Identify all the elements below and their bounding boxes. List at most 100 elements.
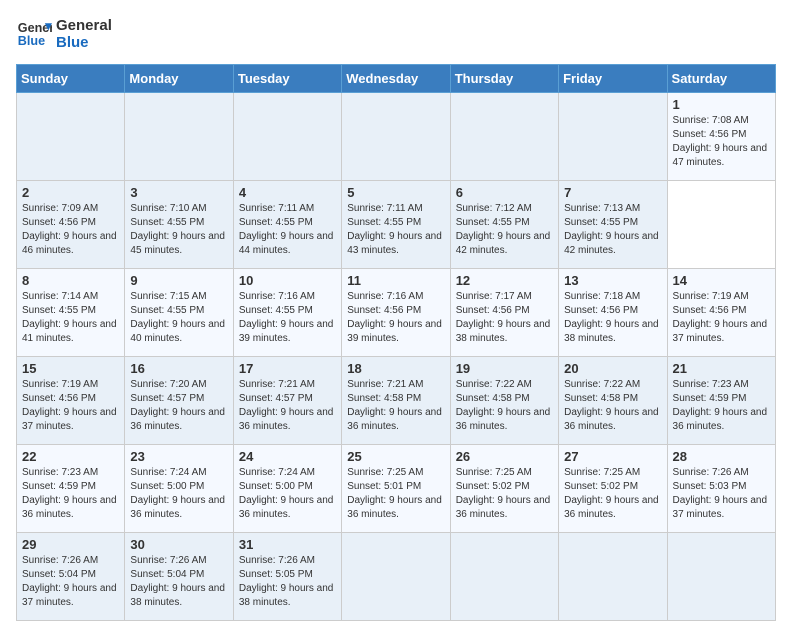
sunrise: Sunrise: 7:26 AM	[673, 466, 770, 480]
sunrise: Sunrise: 7:22 AM	[564, 378, 661, 392]
day-number: 1	[673, 97, 770, 112]
sunrise: Sunrise: 7:21 AM	[347, 378, 444, 392]
day-number: 24	[239, 449, 336, 464]
sunset: Sunset: 4:55 PM	[130, 216, 227, 230]
sunrise: Sunrise: 7:11 AM	[347, 202, 444, 216]
day-number: 20	[564, 361, 661, 376]
sunrise: Sunrise: 7:12 AM	[456, 202, 553, 216]
day-info: Sunrise: 7:17 AM Sunset: 4:56 PM Dayligh…	[456, 290, 553, 346]
daylight: Daylight: 9 hours and 43 minutes.	[347, 230, 444, 258]
day-number: 3	[130, 185, 227, 200]
day-number: 27	[564, 449, 661, 464]
calendar-day-cell	[342, 93, 450, 181]
calendar-day-cell: 27 Sunrise: 7:25 AM Sunset: 5:02 PM Dayl…	[559, 445, 667, 533]
weekday-header: Tuesday	[233, 65, 341, 93]
daylight: Daylight: 9 hours and 42 minutes.	[564, 230, 661, 258]
weekday-header: Sunday	[17, 65, 125, 93]
sunset: Sunset: 4:59 PM	[673, 392, 770, 406]
logo-text-line2: Blue	[56, 34, 112, 51]
sunrise: Sunrise: 7:24 AM	[130, 466, 227, 480]
sunset: Sunset: 4:58 PM	[456, 392, 553, 406]
calendar-day-cell: 22 Sunrise: 7:23 AM Sunset: 4:59 PM Dayl…	[17, 445, 125, 533]
daylight: Daylight: 9 hours and 37 minutes.	[673, 318, 770, 346]
day-info: Sunrise: 7:23 AM Sunset: 4:59 PM Dayligh…	[22, 466, 119, 522]
sunset: Sunset: 4:59 PM	[22, 480, 119, 494]
day-info: Sunrise: 7:20 AM Sunset: 4:57 PM Dayligh…	[130, 378, 227, 434]
calendar-week-row: 29 Sunrise: 7:26 AM Sunset: 5:04 PM Dayl…	[17, 533, 776, 621]
day-info: Sunrise: 7:10 AM Sunset: 4:55 PM Dayligh…	[130, 202, 227, 258]
day-number: 26	[456, 449, 553, 464]
calendar-day-cell: 17 Sunrise: 7:21 AM Sunset: 4:57 PM Dayl…	[233, 357, 341, 445]
sunset: Sunset: 5:02 PM	[456, 480, 553, 494]
sunset: Sunset: 5:01 PM	[347, 480, 444, 494]
day-number: 13	[564, 273, 661, 288]
calendar-day-cell: 20 Sunrise: 7:22 AM Sunset: 4:58 PM Dayl…	[559, 357, 667, 445]
daylight: Daylight: 9 hours and 36 minutes.	[564, 494, 661, 522]
daylight: Daylight: 9 hours and 36 minutes.	[347, 494, 444, 522]
sunrise: Sunrise: 7:19 AM	[673, 290, 770, 304]
sunset: Sunset: 4:56 PM	[673, 128, 770, 142]
calendar-day-cell: 24 Sunrise: 7:24 AM Sunset: 5:00 PM Dayl…	[233, 445, 341, 533]
sunset: Sunset: 5:04 PM	[130, 568, 227, 582]
daylight: Daylight: 9 hours and 36 minutes.	[130, 494, 227, 522]
day-number: 7	[564, 185, 661, 200]
sunrise: Sunrise: 7:25 AM	[564, 466, 661, 480]
daylight: Daylight: 9 hours and 45 minutes.	[130, 230, 227, 258]
sunset: Sunset: 4:58 PM	[564, 392, 661, 406]
sunset: Sunset: 4:55 PM	[347, 216, 444, 230]
day-number: 10	[239, 273, 336, 288]
daylight: Daylight: 9 hours and 41 minutes.	[22, 318, 119, 346]
calendar-day-cell: 2 Sunrise: 7:09 AM Sunset: 4:56 PM Dayli…	[17, 181, 125, 269]
weekday-header-row: SundayMondayTuesdayWednesdayThursdayFrid…	[17, 65, 776, 93]
daylight: Daylight: 9 hours and 39 minutes.	[347, 318, 444, 346]
sunset: Sunset: 4:56 PM	[673, 304, 770, 318]
day-info: Sunrise: 7:16 AM Sunset: 4:56 PM Dayligh…	[347, 290, 444, 346]
day-number: 2	[22, 185, 119, 200]
sunrise: Sunrise: 7:25 AM	[456, 466, 553, 480]
sunrise: Sunrise: 7:11 AM	[239, 202, 336, 216]
day-number: 11	[347, 273, 444, 288]
calendar-day-cell: 19 Sunrise: 7:22 AM Sunset: 4:58 PM Dayl…	[450, 357, 558, 445]
calendar-day-cell: 28 Sunrise: 7:26 AM Sunset: 5:03 PM Dayl…	[667, 445, 775, 533]
calendar-day-cell: 31 Sunrise: 7:26 AM Sunset: 5:05 PM Dayl…	[233, 533, 341, 621]
daylight: Daylight: 9 hours and 36 minutes.	[239, 494, 336, 522]
calendar-day-cell: 18 Sunrise: 7:21 AM Sunset: 4:58 PM Dayl…	[342, 357, 450, 445]
sunset: Sunset: 5:05 PM	[239, 568, 336, 582]
sunset: Sunset: 4:55 PM	[239, 216, 336, 230]
day-info: Sunrise: 7:14 AM Sunset: 4:55 PM Dayligh…	[22, 290, 119, 346]
day-info: Sunrise: 7:21 AM Sunset: 4:58 PM Dayligh…	[347, 378, 444, 434]
day-number: 16	[130, 361, 227, 376]
day-info: Sunrise: 7:26 AM Sunset: 5:04 PM Dayligh…	[130, 554, 227, 610]
page-header: General Blue General Blue	[16, 16, 776, 52]
calendar-day-cell: 21 Sunrise: 7:23 AM Sunset: 4:59 PM Dayl…	[667, 357, 775, 445]
day-info: Sunrise: 7:25 AM Sunset: 5:02 PM Dayligh…	[564, 466, 661, 522]
logo-text-line1: General	[56, 17, 112, 34]
daylight: Daylight: 9 hours and 37 minutes.	[22, 406, 119, 434]
calendar-week-row: 1 Sunrise: 7:08 AM Sunset: 4:56 PM Dayli…	[17, 93, 776, 181]
sunset: Sunset: 4:56 PM	[564, 304, 661, 318]
day-info: Sunrise: 7:11 AM Sunset: 4:55 PM Dayligh…	[239, 202, 336, 258]
calendar-day-cell: 9 Sunrise: 7:15 AM Sunset: 4:55 PM Dayli…	[125, 269, 233, 357]
sunrise: Sunrise: 7:24 AM	[239, 466, 336, 480]
sunrise: Sunrise: 7:10 AM	[130, 202, 227, 216]
daylight: Daylight: 9 hours and 47 minutes.	[673, 142, 770, 170]
daylight: Daylight: 9 hours and 36 minutes.	[456, 406, 553, 434]
calendar-day-cell: 8 Sunrise: 7:14 AM Sunset: 4:55 PM Dayli…	[17, 269, 125, 357]
day-info: Sunrise: 7:19 AM Sunset: 4:56 PM Dayligh…	[673, 290, 770, 346]
day-number: 23	[130, 449, 227, 464]
day-info: Sunrise: 7:18 AM Sunset: 4:56 PM Dayligh…	[564, 290, 661, 346]
day-number: 4	[239, 185, 336, 200]
calendar-day-cell: 16 Sunrise: 7:20 AM Sunset: 4:57 PM Dayl…	[125, 357, 233, 445]
daylight: Daylight: 9 hours and 39 minutes.	[239, 318, 336, 346]
sunset: Sunset: 4:57 PM	[130, 392, 227, 406]
sunrise: Sunrise: 7:16 AM	[347, 290, 444, 304]
sunrise: Sunrise: 7:25 AM	[347, 466, 444, 480]
sunrise: Sunrise: 7:20 AM	[130, 378, 227, 392]
calendar-day-cell: 14 Sunrise: 7:19 AM Sunset: 4:56 PM Dayl…	[667, 269, 775, 357]
day-info: Sunrise: 7:15 AM Sunset: 4:55 PM Dayligh…	[130, 290, 227, 346]
sunrise: Sunrise: 7:18 AM	[564, 290, 661, 304]
day-number: 22	[22, 449, 119, 464]
sunset: Sunset: 4:55 PM	[456, 216, 553, 230]
day-number: 12	[456, 273, 553, 288]
sunset: Sunset: 4:56 PM	[22, 216, 119, 230]
